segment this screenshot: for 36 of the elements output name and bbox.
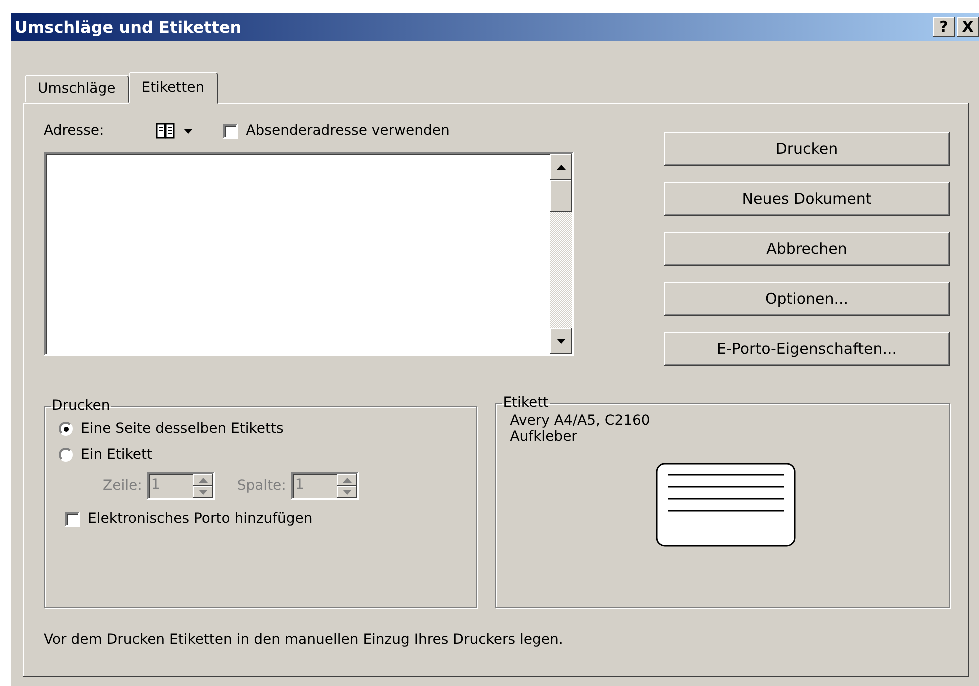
- dialog-button[interactable]: Drucken: [664, 132, 950, 166]
- address-label: Adresse:: [44, 123, 104, 139]
- radio-option[interactable]: Ein Etikett: [59, 442, 468, 468]
- up-arrow-icon: [198, 478, 208, 482]
- dropdown-caret-icon: [184, 128, 194, 134]
- dialog-button[interactable]: E-Porto-Eigenschaften...: [664, 332, 950, 366]
- tab[interactable]: Etiketten: [128, 72, 218, 104]
- label-preview-icon: [656, 463, 796, 547]
- dialog-button[interactable]: Abbrechen: [664, 232, 950, 266]
- group-title: Etikett: [502, 395, 550, 411]
- radio-option[interactable]: Eine Seite desselben Etiketts: [59, 416, 468, 442]
- sender-address-checkbox[interactable]: Absenderadresse verwenden: [223, 123, 450, 139]
- label-info-text: Avery A4/A5, C2160: [510, 413, 652, 429]
- down-arrow-icon: [342, 490, 352, 494]
- scrollbar[interactable]: [550, 154, 572, 354]
- address-book-icon: [156, 122, 176, 140]
- scroll-thumb[interactable]: [550, 180, 572, 212]
- scroll-up-button[interactable]: [550, 154, 572, 180]
- help-button[interactable]: ?: [933, 17, 955, 37]
- up-arrow-icon: [556, 164, 566, 170]
- down-arrow-icon: [556, 338, 566, 344]
- dialog-button[interactable]: Optionen...: [664, 282, 950, 316]
- footer-note: Vor dem Drucken Etiketten in den manuellen Einzug Ihres Druckers legen.: [44, 632, 564, 648]
- scroll-down-button[interactable]: [550, 328, 572, 354]
- down-arrow-icon: [198, 490, 208, 494]
- dialog-button[interactable]: Neues Dokument: [664, 182, 950, 216]
- group-title: Drucken: [51, 398, 112, 414]
- postage-checkbox[interactable]: Elektronisches Porto hinzufügen: [65, 504, 468, 534]
- label-info-text: Aufkleber: [510, 429, 578, 445]
- spinner-label: Spalte:: [237, 478, 286, 494]
- spinner-label: Zeile:: [103, 478, 142, 494]
- window-title: Umschläge und Etiketten: [15, 18, 243, 36]
- address-field[interactable]: [44, 152, 574, 356]
- up-arrow-icon: [342, 478, 352, 482]
- tab[interactable]: Umschläge: [25, 75, 129, 103]
- close-button[interactable]: X: [957, 17, 979, 37]
